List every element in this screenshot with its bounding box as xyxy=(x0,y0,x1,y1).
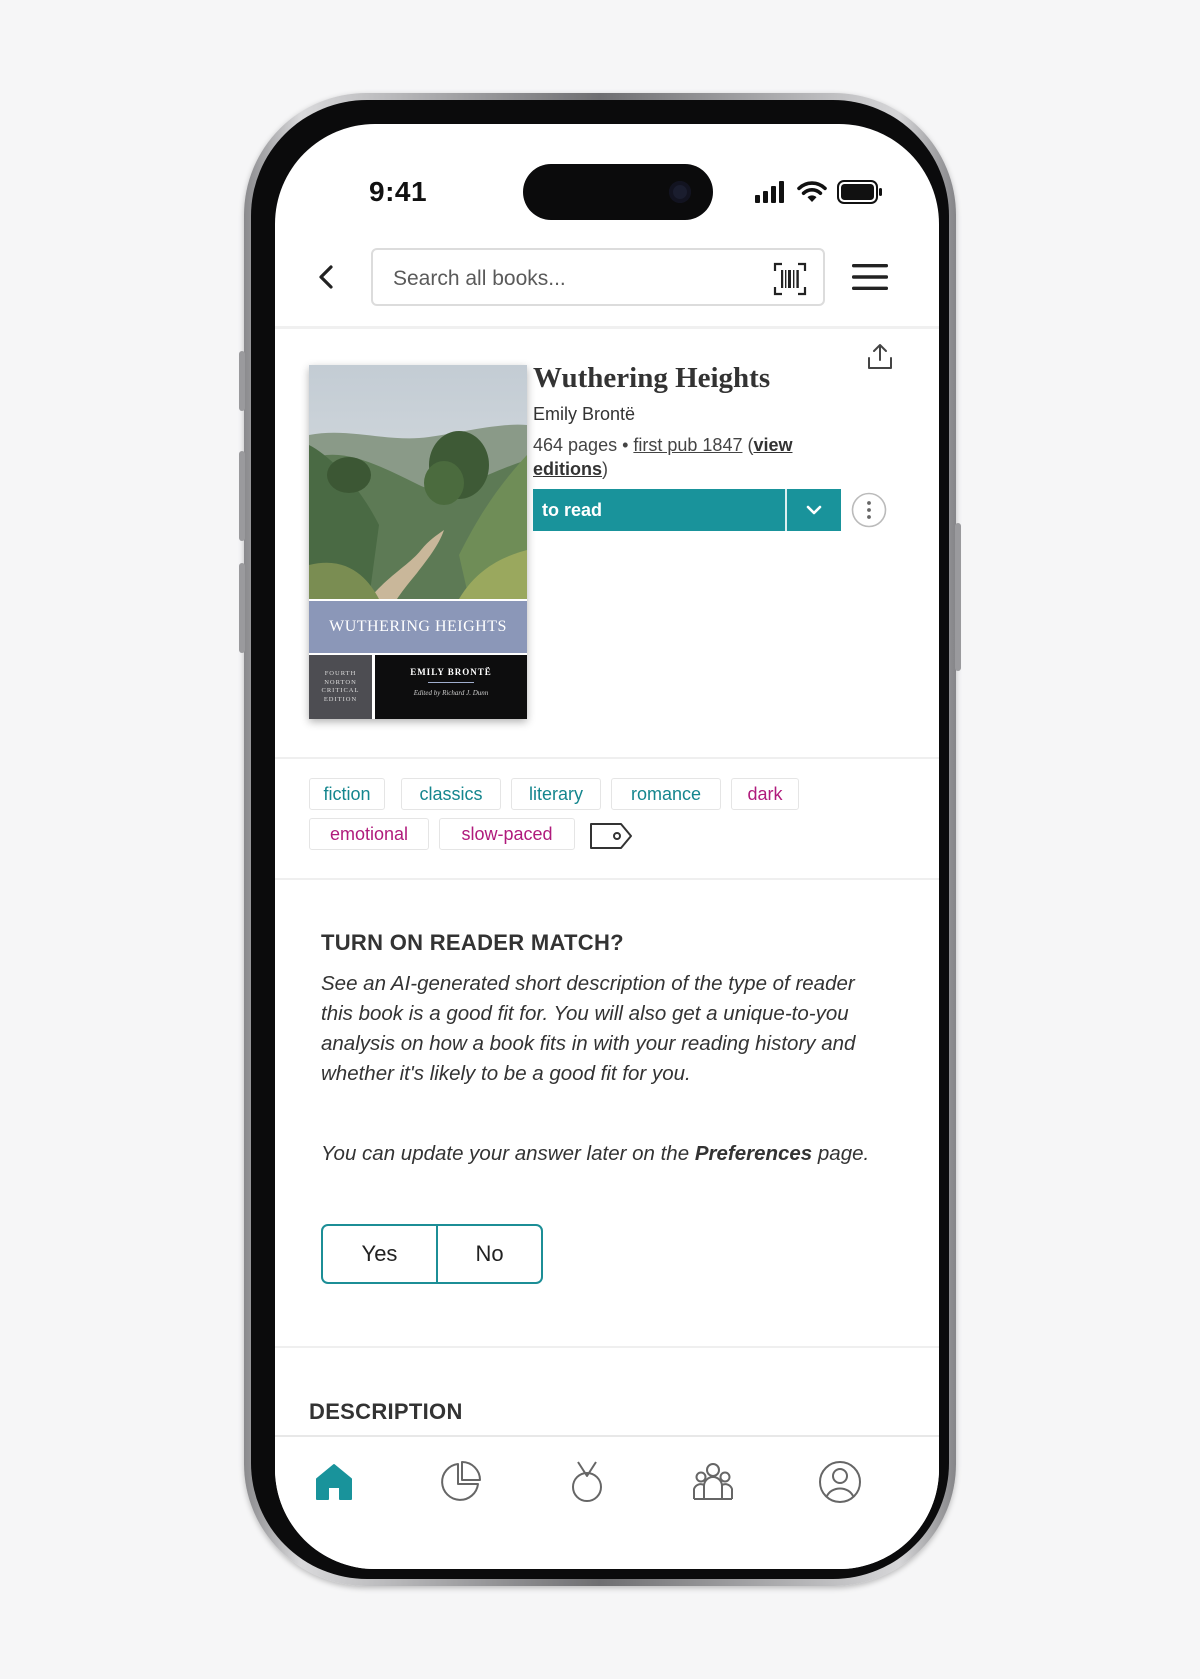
action-button xyxy=(239,351,245,411)
tag-chip[interactable]: emotional xyxy=(309,818,429,850)
tag-chip[interactable]: fiction xyxy=(309,778,385,810)
volume-down-button xyxy=(239,563,245,653)
tag-chip[interactable]: slow-paced xyxy=(439,818,575,850)
status-icons xyxy=(755,178,883,206)
shelf-status-label[interactable]: to read xyxy=(533,500,785,521)
volume-up-button xyxy=(239,451,245,541)
chevron-down-icon xyxy=(806,505,822,515)
no-button[interactable]: No xyxy=(438,1226,541,1282)
book-meta: 464 pages • first pub 1847 (view edition… xyxy=(533,435,793,479)
section-divider xyxy=(275,757,939,759)
tag-chip[interactable]: classics xyxy=(401,778,501,810)
power-button xyxy=(955,523,961,671)
phone-frame: 9:41 Search all books... WUTHERING HEIGH… xyxy=(239,93,961,1586)
search-input[interactable] xyxy=(391,260,755,298)
section-divider xyxy=(275,1346,939,1348)
add-tag-icon[interactable] xyxy=(589,821,633,851)
tag-chip[interactable]: romance xyxy=(611,778,721,810)
bottom-nav xyxy=(275,1435,939,1569)
reader-match-description: See an AI-generated short description of… xyxy=(321,972,856,1085)
shelf-dropdown-button[interactable] xyxy=(787,489,841,531)
section-divider xyxy=(275,878,939,880)
search-bar[interactable] xyxy=(371,248,825,306)
book-author[interactable]: Emily Brontë xyxy=(533,404,635,425)
stats-icon[interactable] xyxy=(437,1459,483,1505)
header-divider xyxy=(275,326,939,329)
reader-match-note: You can update your answer later on the … xyxy=(321,1142,870,1165)
status-time: 9:41 xyxy=(369,176,428,207)
back-chevron-icon[interactable] xyxy=(311,259,341,295)
cover-author-block: EMILY BRONTË Edited by Richard J. Dunn xyxy=(375,655,527,719)
cover-landscape-image xyxy=(309,365,527,599)
profile-icon[interactable] xyxy=(817,1459,863,1505)
app-screen: 9:41 Search all books... WUTHERING HEIGH… xyxy=(275,124,939,1569)
dynamic-island xyxy=(523,164,713,220)
cover-editor: Edited by Richard J. Dunn xyxy=(413,689,489,697)
book-title: Wuthering Heights xyxy=(533,362,771,394)
wifi-icon xyxy=(797,181,827,202)
phone-bezel: 9:41 Search all books... WUTHERING HEIGH… xyxy=(251,100,949,1579)
tag-chip[interactable]: literary xyxy=(511,778,601,810)
battery-icon xyxy=(837,180,882,204)
tag-chip[interactable]: dark xyxy=(731,778,799,810)
yes-button[interactable]: Yes xyxy=(323,1226,438,1282)
more-options-icon[interactable] xyxy=(851,492,887,528)
book-cover[interactable]: WUTHERING HEIGHTS FOURTH NORTON CRITICAL… xyxy=(309,365,527,719)
signal-icon xyxy=(755,181,784,203)
cover-author: EMILY BRONTË xyxy=(410,667,492,677)
description-heading: DESCRIPTION xyxy=(309,1399,463,1424)
hamburger-menu-icon[interactable] xyxy=(851,262,889,292)
preferences-link[interactable]: Preferences xyxy=(695,1142,812,1165)
shelf-status-button[interactable]: to read xyxy=(533,489,841,531)
community-icon[interactable] xyxy=(690,1459,736,1505)
challenges-icon[interactable] xyxy=(564,1459,610,1505)
cover-title-band: WUTHERING HEIGHTS xyxy=(309,601,527,653)
barcode-scan-icon[interactable] xyxy=(773,262,807,296)
reader-match-title: TURN ON READER MATCH? xyxy=(321,930,624,955)
cover-edition-block: FOURTH NORTON CRITICAL EDITION xyxy=(309,655,372,719)
first-pub-link[interactable]: first pub 1847 xyxy=(633,435,742,455)
share-icon[interactable] xyxy=(867,342,893,370)
home-icon[interactable] xyxy=(311,1459,357,1505)
page-count: 464 pages xyxy=(533,435,618,455)
yes-no-toggle: Yes No xyxy=(321,1224,543,1284)
